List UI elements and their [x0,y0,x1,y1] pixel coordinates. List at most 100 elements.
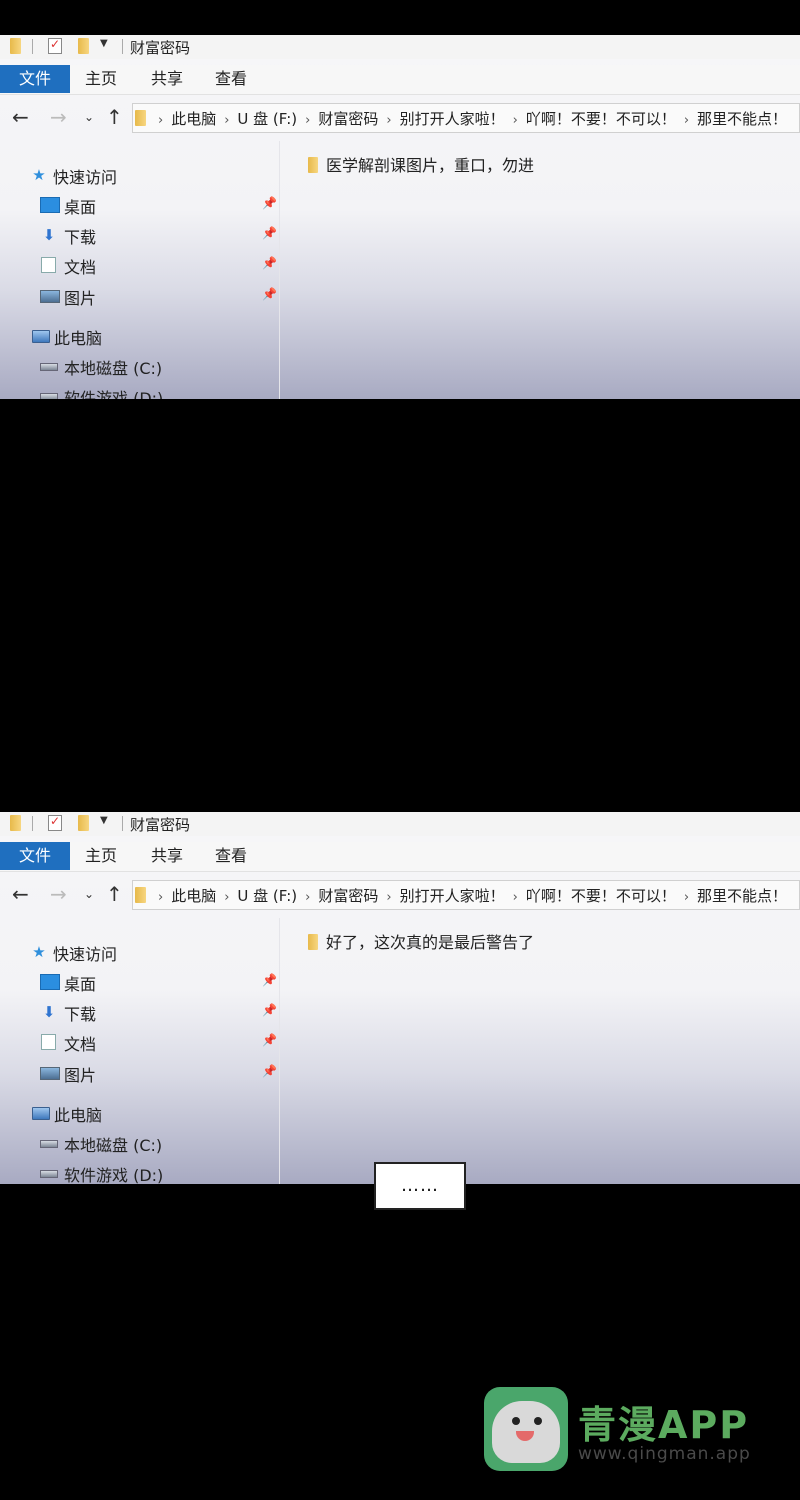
ribbon-tabs: 文件 主页 共享 查看 [0,842,800,872]
breadcrumb-usb-drive[interactable]: U 盘 (F:) [237,887,297,905]
divider [32,39,33,54]
breadcrumb-folder[interactable]: 财富密码 [318,110,378,128]
divider [122,816,123,831]
address-bar[interactable]: › 此电脑 › U 盘 (F:) › 财富密码 › 别打开人家啦！ › 吖啊！不要！不可以！ › 那里… [132,103,800,133]
drive-icon [40,1170,58,1178]
pin-icon[interactable]: 📌 [262,973,277,987]
breadcrumb-folder[interactable]: 别打开人家啦！ [400,887,505,905]
drive-icon [40,1140,58,1148]
pin-icon[interactable]: 📌 [262,226,277,240]
tab-file[interactable]: 文件 [0,65,70,93]
sidebar-item-label: 文档 [64,1035,97,1054]
forward-icon[interactable]: → [50,882,67,906]
pin-icon[interactable]: 📌 [262,1033,277,1047]
chevron-right-icon: › [512,890,518,905]
recent-locations-icon[interactable]: ⌄ [84,887,94,901]
title-bar: ▼ 财富密码 [0,812,800,836]
sidebar-item-label: 文档 [64,258,97,277]
sidebar-item-label: 软件游戏 (D:) [64,1166,164,1184]
tab-view[interactable]: 查看 [208,842,254,870]
speech-box: …… [374,1162,466,1210]
watermark-url: www.qingman.app [578,1444,751,1464]
watermark-brand: 青漫APP [578,1403,750,1447]
chevron-right-icon: › [683,113,690,128]
sidebar-item-label: 桌面 [64,975,97,994]
folder-icon [10,815,21,831]
window-title: 财富密码 [130,39,191,57]
sidebar-item-label: 此电脑 [54,329,103,348]
chevron-right-icon: › [158,113,164,128]
cat-eye [512,1417,520,1425]
pin-icon[interactable]: 📌 [262,256,277,270]
title-bar: ▼ 财富密码 [0,35,800,59]
forward-icon[interactable]: → [50,105,67,129]
tab-home[interactable]: 主页 [78,65,124,93]
folder-icon [135,110,146,126]
new-folder-icon[interactable] [78,815,89,831]
pin-icon[interactable]: 📌 [262,1064,277,1078]
documents-icon [41,1034,56,1050]
breadcrumb-folder[interactable]: 那里不能点！ [697,887,787,905]
sidebar-item-label: 图片 [64,289,97,308]
breadcrumb-folder[interactable]: 财富密码 [318,887,378,905]
pin-icon[interactable]: 📌 [262,1003,277,1017]
up-icon[interactable]: ↑ [106,882,123,906]
chevron-right-icon: › [305,113,311,128]
star-icon: ★ [32,166,46,184]
properties-icon[interactable] [48,814,62,831]
navigation-bar: ← → ⌄ ↑ › 此电脑 › U 盘 (F:) › 财富密码 › 别打开人家啦！ › 吖啊！不要… [0,101,800,135]
breadcrumb-this-pc[interactable]: 此电脑 [171,887,216,905]
chevron-down-icon[interactable]: ▼ [100,815,108,826]
sidebar-item-label: 此电脑 [54,1106,103,1125]
sidebar-item-label: 下载 [64,1005,97,1024]
tab-home[interactable]: 主页 [78,842,124,870]
window-title: 财富密码 [130,816,191,834]
tab-file[interactable]: 文件 [0,842,70,870]
computer-icon [32,1107,50,1120]
breadcrumb-folder[interactable]: 别打开人家啦！ [400,110,505,128]
chevron-right-icon: › [305,890,311,905]
drive-icon [40,363,58,371]
navigation-pane: ★ 快速访问 桌面 📌 ⬇ 下载 📌 文档 📌 图片 📌 此电脑 本地磁盘 (C… [0,141,280,399]
divider [32,816,33,831]
back-icon[interactable]: ← [12,105,29,129]
chevron-right-icon: › [224,890,230,905]
ribbon-tabs: 文件 主页 共享 查看 [0,65,800,95]
sidebar-item-label: 本地磁盘 (C:) [64,1136,163,1155]
chevron-right-icon: › [683,890,690,905]
breadcrumb: › 此电脑 › U 盘 (F:) › 财富密码 › 别打开人家啦！ › 吖啊！不要！不可以！ › 那里… [135,108,787,129]
up-icon[interactable]: ↑ [106,105,123,129]
pictures-icon [40,290,60,303]
chevron-down-icon[interactable]: ▼ [100,38,108,49]
breadcrumb-folder[interactable]: 吖啊！不要！不可以！ [526,110,676,128]
computer-icon [32,330,50,343]
cat-eye [534,1417,542,1425]
address-bar[interactable]: › 此电脑 › U 盘 (F:) › 财富密码 › 别打开人家啦！ › 吖啊！不要！不可以！ › 那里… [132,880,800,910]
new-folder-icon[interactable] [78,38,89,54]
breadcrumb-usb-drive[interactable]: U 盘 (F:) [237,110,297,128]
breadcrumb-this-pc[interactable]: 此电脑 [171,110,216,128]
recent-locations-icon[interactable]: ⌄ [84,110,94,124]
properties-icon[interactable] [48,37,62,54]
folder-icon [308,934,318,950]
download-icon: ⬇ [42,226,56,244]
star-icon: ★ [32,943,46,961]
breadcrumb: › 此电脑 › U 盘 (F:) › 财富密码 › 别打开人家啦！ › 吖啊！不要！不可以！ › 那里… [135,885,787,906]
list-item[interactable]: 好了，这次真的是最后警告了 [308,929,534,953]
back-icon[interactable]: ← [12,882,29,906]
pin-icon[interactable]: 📌 [262,287,277,301]
tab-share[interactable]: 共享 [144,65,190,93]
tab-view[interactable]: 查看 [208,65,254,93]
tab-share[interactable]: 共享 [144,842,190,870]
pin-icon[interactable]: 📌 [262,196,277,210]
list-item[interactable]: 医学解剖课图片，重口，勿进 [308,152,534,176]
breadcrumb-folder[interactable]: 吖啊！不要！不可以！ [526,887,676,905]
chevron-right-icon: › [386,890,392,905]
documents-icon [41,257,56,273]
breadcrumb-folder[interactable]: 那里不能点！ [697,110,787,128]
desktop-icon [40,197,60,213]
explorer-window-1: ▼ 财富密码 文件 主页 共享 查看 ← → ⌄ ↑ › 此电脑 › U 盘 (F:)… [0,35,800,399]
sidebar-item-label: 快速访问 [53,945,118,964]
sidebar-item-label: 软件游戏 (D:) [64,389,164,399]
chevron-right-icon: › [224,113,230,128]
